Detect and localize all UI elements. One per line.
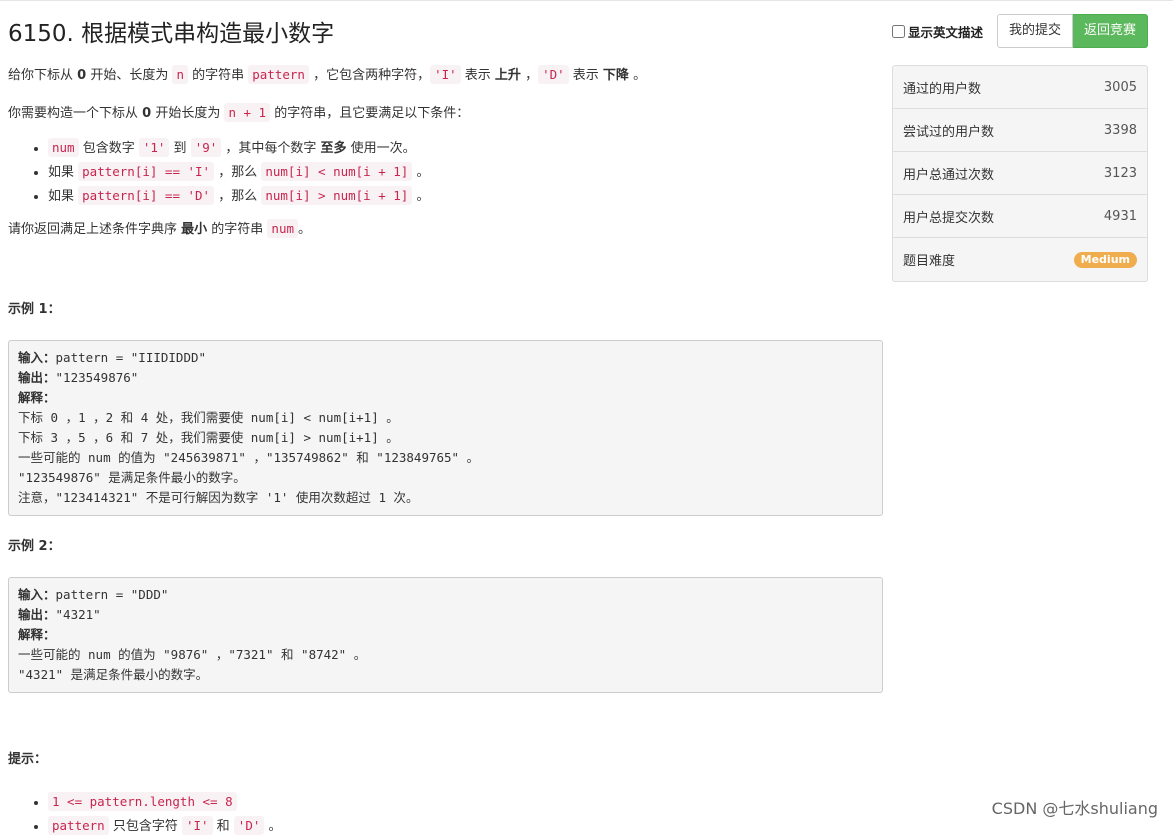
code-pattern: pattern (248, 65, 309, 84)
difficulty-badge: Medium (1073, 251, 1137, 268)
problem-content: 给你下标从 0 开始、长度为 n 的字符串 pattern ，它包含两种字符， '… (8, 60, 883, 838)
list-item: 如果 pattern[i] == 'I' ，那么 num[i] < num[i … (48, 160, 883, 184)
stat-row-accepted-users: 通过的用户数 3005 (893, 66, 1147, 109)
stat-label: 通过的用户数 (903, 81, 982, 97)
description-paragraph-1: 给你下标从 0 开始、长度为 n 的字符串 pattern ，它包含两种字符， '… (8, 65, 647, 84)
action-buttons: 我的提交 返回竞赛 (996, 14, 1148, 48)
example-explain-line: 一些可能的 num 的值为 "245639871" ，"135749862" 和… (18, 450, 480, 465)
description-paragraph-2: 你需要构造一个下标从 0 开始长度为 n + 1 的字符串，且它要满足以下条件： (8, 103, 470, 122)
statistics-panel: 通过的用户数 3005 尝试过的用户数 3398 用户总通过次数 3123 用户… (892, 65, 1148, 282)
example-explain-line: 下标 0 ，1 ，2 和 4 处，我们需要使 num[i] < num[i+1]… (18, 410, 399, 425)
example-1-label: 示例 1： (8, 302, 61, 317)
example-output: 输出："4321" (18, 607, 101, 622)
example-explain-label: 解释： (18, 627, 56, 642)
code-num: num (267, 219, 298, 238)
example-explain-line: 下标 3 ，5 ，6 和 7 处，我们需要使 num[i] > num[i+1]… (18, 430, 399, 445)
example-2-label: 示例 2： (8, 539, 61, 554)
code-char-i: 'I' (430, 65, 461, 84)
list-item: pattern 只包含字符 'I' 和 'D' 。 (48, 814, 883, 838)
example-2-box: 输入：pattern = "DDD" 输出："4321" 解释： 一些可能的 n… (8, 577, 883, 693)
stat-label: 用户总通过次数 (903, 167, 995, 183)
stat-value: 3398 (1103, 122, 1137, 138)
example-output: 输出："123549876" (18, 370, 139, 385)
stat-row-attempted-users: 尝试过的用户数 3398 (893, 109, 1147, 152)
watermark: CSDN @七水shuliang (991, 799, 1158, 818)
stat-value: 4931 (1103, 208, 1137, 224)
stat-value: 3005 (1103, 79, 1137, 95)
stat-row-total-submissions: 用户总提交次数 4931 (893, 195, 1147, 238)
description-paragraph-3: 请你返回满足上述条件字典序 最小 的字符串 num。 (8, 219, 312, 238)
example-input: 输入：pattern = "DDD" (18, 587, 169, 602)
code-n: n (172, 65, 188, 84)
example-explain-label: 解释： (18, 390, 56, 405)
top-divider (0, 0, 1173, 1)
english-description-toggle[interactable]: 显示英文描述 (891, 22, 983, 41)
list-item: 如果 pattern[i] == 'D' ，那么 num[i] > num[i … (48, 184, 883, 208)
example-explain-line: 一些可能的 num 的值为 "9876" ，"7321" 和 "8742" 。 (18, 647, 367, 662)
code-char-d: 'D' (538, 65, 569, 84)
problem-title: 6150. 根据模式串构造最小数字 (8, 21, 335, 47)
stat-value: 3123 (1103, 165, 1137, 181)
my-submissions-button[interactable]: 我的提交 (996, 14, 1073, 48)
english-description-checkbox[interactable] (891, 24, 905, 38)
conditions-list: num 包含数字 '1' 到 '9' ，其中每个数字 至多 使用一次。 如果 p… (8, 136, 883, 208)
stat-label: 用户总提交次数 (903, 210, 995, 226)
list-item: 1 <= pattern.length <= 8 (48, 790, 883, 814)
example-explain-line: "123549876" 是满足条件最小的数字。 (18, 470, 246, 485)
stat-label: 尝试过的用户数 (903, 124, 995, 140)
difficulty-label: 题目难度 (903, 254, 956, 269)
english-description-label: 显示英文描述 (907, 24, 983, 40)
example-input: 输入：pattern = "IIIDIDDD" (18, 350, 207, 365)
example-1-box: 输入：pattern = "IIIDIDDD" 输出："123549876" 解… (8, 340, 883, 516)
stat-row-difficulty: 题目难度 Medium (893, 238, 1147, 281)
toolbar: 显示英文描述 我的提交 返回竞赛 (891, 14, 1148, 48)
example-explain-line: "4321" 是满足条件最小的数字。 (18, 667, 209, 682)
stat-row-total-accepted: 用户总通过次数 3123 (893, 152, 1147, 195)
hints-list: 1 <= pattern.length <= 8 pattern 只包含字符 '… (8, 790, 883, 838)
code-n-plus-1: n + 1 (224, 103, 271, 122)
back-to-contest-button[interactable]: 返回竞赛 (1072, 14, 1148, 48)
list-item: num 包含数字 '1' 到 '9' ，其中每个数字 至多 使用一次。 (48, 136, 883, 160)
example-explain-line: 注意，"123414321" 不是可行解因为数字 '1' 使用次数超过 1 次。 (18, 490, 419, 505)
hints-label: 提示： (8, 752, 48, 767)
